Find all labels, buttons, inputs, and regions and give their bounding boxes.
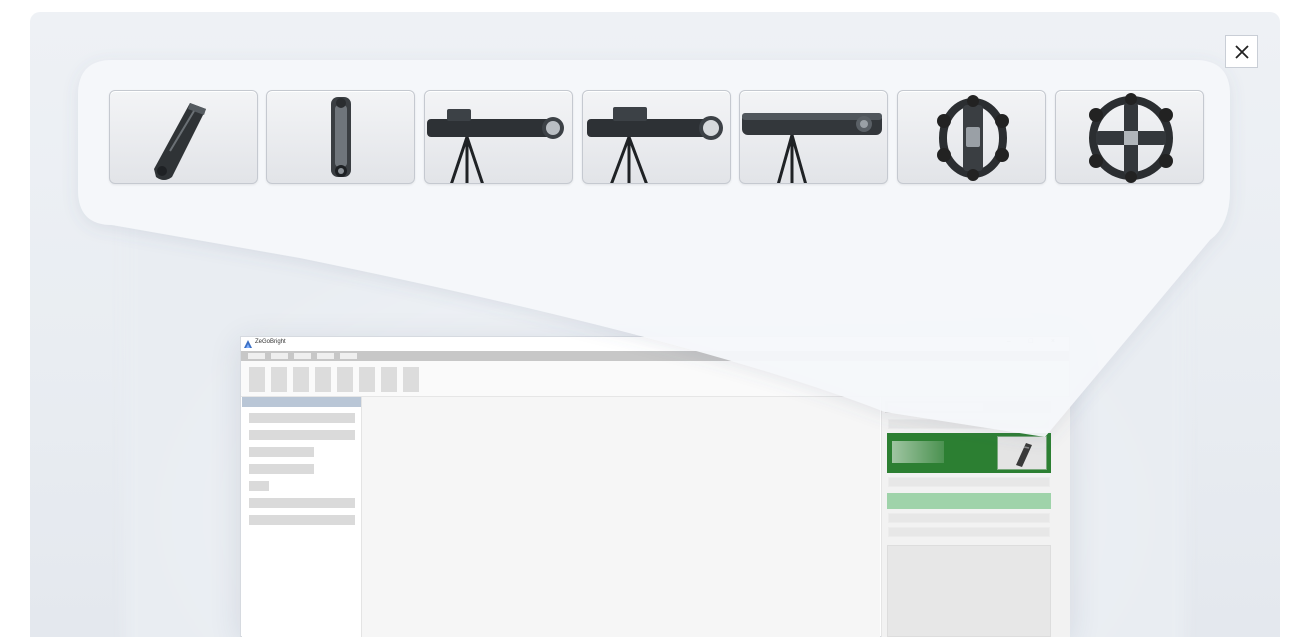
selected-device-thumbnail — [997, 436, 1047, 470]
selected-device-label — [892, 441, 944, 463]
device-selector-field — [888, 403, 983, 411]
device-option-probe-1[interactable] — [897, 90, 1046, 184]
left-panel-row — [249, 447, 314, 457]
tracker-tripod-3-icon — [742, 113, 882, 183]
right-panel-row — [888, 419, 1050, 429]
menu-item — [317, 353, 334, 359]
right-panel-row — [888, 527, 1050, 537]
menu-bar — [241, 351, 1069, 361]
app-titlebar: ZeGoBright – □ × — [241, 337, 1069, 351]
menu-item — [340, 353, 357, 359]
right-panel-row — [888, 477, 1050, 487]
toolbar-button — [271, 367, 287, 392]
device-option-probe-2[interactable] — [1055, 90, 1204, 184]
left-panel-header — [242, 397, 361, 407]
left-panel-row — [249, 464, 314, 474]
menu-item — [294, 353, 311, 359]
handheld-scanner-vertical-icon — [331, 97, 351, 177]
close-icon — [1234, 44, 1249, 59]
properties-box — [887, 545, 1051, 637]
highlighted-option — [887, 493, 1051, 509]
menu-item — [271, 353, 288, 359]
toolbar-button — [403, 367, 419, 392]
device-selector — [885, 401, 1051, 413]
tracker-tripod-1-icon — [427, 109, 564, 183]
device-option-tracker-2[interactable] — [582, 90, 731, 184]
handheld-scanner-icon — [1016, 443, 1032, 467]
window-controls: – □ × — [1006, 338, 1063, 345]
device-option-tracker-3[interactable] — [739, 90, 888, 184]
left-panel-row — [249, 430, 355, 440]
selected-device-card — [887, 433, 1051, 473]
app-logo-icon — [244, 340, 252, 348]
toolbar-button — [337, 367, 353, 392]
right-panel-row — [888, 513, 1050, 523]
toolbar-button — [359, 367, 375, 392]
left-panel-row — [249, 481, 269, 491]
left-panel-row — [249, 515, 355, 525]
toolbar-button — [249, 367, 265, 392]
viewport-canvas — [362, 397, 880, 637]
device-option-handheld-vertical[interactable] — [266, 90, 415, 184]
probe-sphere-2-icon — [1089, 93, 1173, 183]
left-panel-row — [249, 498, 355, 508]
device-picker — [109, 90, 1205, 184]
tracker-tripod-2-icon — [587, 107, 723, 183]
right-panel — [881, 397, 1070, 637]
handheld-scanner-diagonal-icon — [154, 103, 206, 180]
toolbar-button — [293, 367, 309, 392]
menu-item — [248, 353, 265, 359]
app-window-preview: ZeGoBright – □ × — [240, 336, 1070, 637]
left-panel-row — [249, 413, 355, 423]
left-panel — [242, 397, 362, 637]
probe-sphere-1-icon — [937, 95, 1009, 181]
toolbar-button — [315, 367, 331, 392]
device-option-handheld-diagonal[interactable] — [109, 90, 258, 184]
app-title: ZeGoBright — [255, 339, 286, 345]
device-option-tracker-1[interactable] — [424, 90, 573, 184]
toolbar — [241, 361, 1069, 397]
close-button[interactable] — [1225, 35, 1258, 68]
toolbar-button — [381, 367, 397, 392]
